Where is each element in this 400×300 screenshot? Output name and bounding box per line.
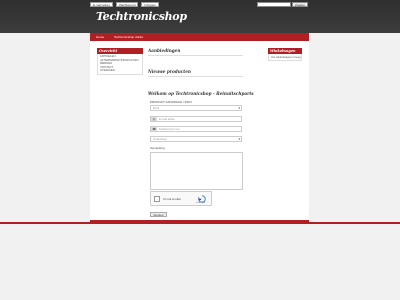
user-icon: @ (151, 117, 157, 121)
sidebar-item-overigen[interactable]: OVERIGEN (100, 69, 140, 73)
recaptcha-widget: I'm not a robot reCAPTCHA (150, 191, 212, 206)
divider (148, 55, 243, 56)
header-bar: E-mail adres Wachtwoord Inloggen Zoeken … (0, 0, 400, 33)
site-logo[interactable]: Techtronicshop (96, 10, 187, 23)
brand-select-value: Merk (153, 106, 160, 110)
heading-welkom: Welkom op Techtronicshop - Reinuitschpar… (148, 91, 254, 96)
cart-box: Winkelwagen Uw winkelwagen is leeg (268, 48, 302, 61)
left-sidebar: Overzicht ARTIKELEN AFTERMARKETPRODUCTEN… (97, 48, 143, 75)
recaptcha-label: I'm not a robot (163, 197, 181, 201)
brand-select[interactable]: Merk ▾ (150, 105, 242, 111)
cart-status: Uw winkelwagen is leeg (268, 54, 302, 61)
submit-button[interactable]: Verstuur (150, 212, 167, 217)
divider (148, 76, 243, 77)
email-field-placeholder: E-mail adres (159, 117, 175, 121)
phone-field[interactable]: ☎ Telefoonnummer (150, 126, 242, 132)
search-input[interactable] (257, 2, 291, 7)
recaptcha-icon (198, 195, 206, 203)
login-bar: E-mail adres Wachtwoord Inloggen (90, 2, 159, 7)
login-button[interactable]: Inloggen (141, 2, 159, 7)
email-input[interactable]: E-mail adres (90, 2, 113, 7)
recaptcha-brand: reCAPTCHA (196, 203, 206, 204)
email-field[interactable]: @ E-mail adres (150, 116, 242, 122)
password-input[interactable]: Wachtwoord (115, 2, 139, 7)
subject-select[interactable]: Onderwerp ▾ (150, 136, 242, 142)
nav-home[interactable]: Home (96, 35, 104, 39)
phone-field-placeholder: Telefoonnummer (159, 127, 180, 131)
subject-select-value: Onderwerp (153, 137, 167, 141)
phone-icon: ☎ (151, 127, 157, 131)
heading-nieuwe-producten: Nieuwe producten (148, 69, 191, 74)
form-label-opmerking: Opmerking (150, 146, 165, 150)
chevron-down-icon: ▾ (238, 106, 240, 110)
footer-bar (0, 222, 400, 224)
recaptcha-checkbox[interactable] (154, 196, 160, 202)
form-label-product: PRODUCT AANVRAAG / INFO (150, 100, 192, 104)
chevron-down-icon: ▾ (238, 137, 240, 141)
content-area: Overzicht ARTIKELEN AFTERMARKETPRODUCTEN… (90, 41, 309, 222)
heading-aanbiedingen: Aanbiedingen (148, 48, 181, 53)
sidebar-menu: ARTIKELEN AFTERMARKETPRODUCTEN MERKEN CO… (97, 54, 143, 75)
nav-drinks[interactable]: Techtronicshop drinks (114, 35, 143, 39)
search-button[interactable]: Zoeken (292, 2, 308, 7)
comment-textarea[interactable] (150, 152, 243, 190)
main-nav: Home Techtronicshop drinks (90, 33, 309, 41)
